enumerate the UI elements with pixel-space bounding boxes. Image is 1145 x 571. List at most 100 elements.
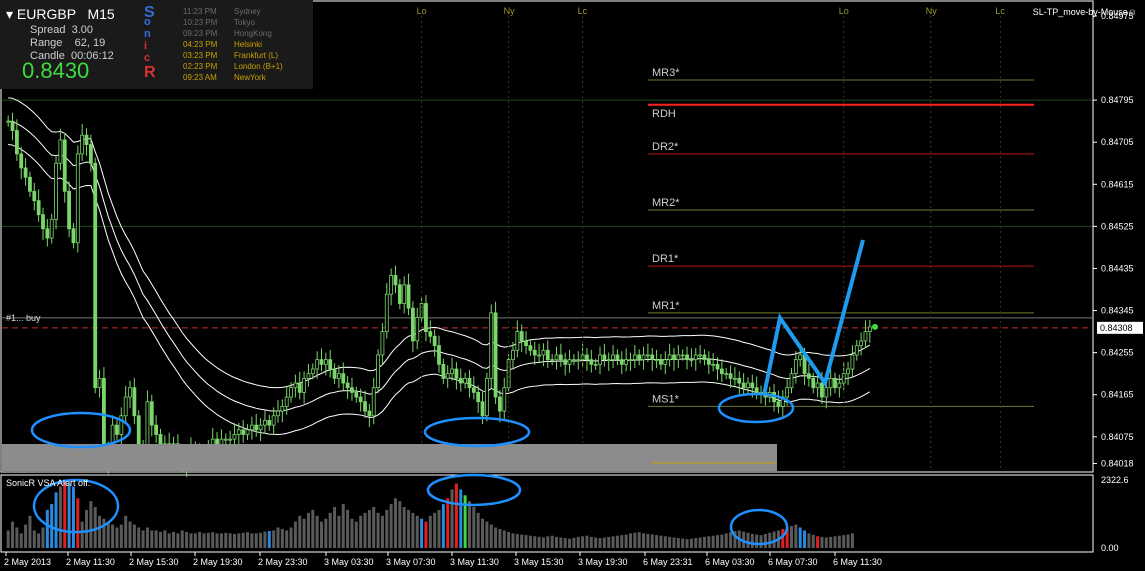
- candle-body: [263, 420, 267, 426]
- candle-body: [132, 387, 137, 417]
- chevron-down-icon[interactable]: ▾: [6, 6, 13, 22]
- volume-bar: [676, 538, 680, 548]
- volume-bar: [646, 533, 650, 548]
- volume-bar: [581, 536, 585, 548]
- candle-body: [511, 349, 515, 361]
- candle-body: [88, 144, 93, 164]
- candle-body: [84, 134, 89, 145]
- volume-bar: [655, 535, 659, 548]
- candle-body: [384, 293, 389, 332]
- volume-bar: [585, 535, 589, 548]
- volume-bar: [167, 533, 171, 548]
- candle-body: [293, 382, 298, 389]
- volume-bar: [546, 536, 550, 548]
- session-time: 10:23 PM: [183, 18, 218, 27]
- volume-bar: [789, 526, 793, 548]
- volume-bar: [11, 521, 15, 548]
- volume-bar: [415, 515, 419, 548]
- candle-body: [280, 406, 285, 412]
- candle-body: [345, 382, 350, 389]
- time-axis: 2 May 2013 2 May 11:30 2 May 15:30 2 May 19…: [4, 552, 882, 567]
- volume-bar: [111, 524, 115, 548]
- ea-label[interactable]: SL-TP_move-by-Mouse☺: [1033, 7, 1137, 17]
- session-name: Tokyo: [234, 18, 255, 27]
- session-name: Sydney: [234, 7, 261, 16]
- volume-bar: [219, 533, 223, 548]
- candle-body: [432, 335, 437, 347]
- session-name: HongKong: [234, 29, 272, 38]
- volume-bar: [459, 489, 463, 548]
- candle-body: [554, 354, 559, 361]
- volume-bar: [372, 507, 376, 548]
- candle-body: [354, 391, 359, 398]
- volume-bar: [467, 501, 471, 548]
- volume-bar: [132, 524, 136, 548]
- ma-band-line: [8, 144, 871, 435]
- candle-body: [102, 377, 106, 449]
- price-tick-label: 0.84345: [1101, 306, 1134, 316]
- time-tick-label: 3 May 03:30: [324, 557, 374, 567]
- volume-bar: [607, 536, 611, 548]
- candle-body: [6, 120, 11, 123]
- price-tick-label: 0.84615: [1101, 179, 1134, 189]
- volume-bar: [263, 531, 267, 548]
- candle-body: [654, 359, 659, 362]
- volume-bar: [650, 534, 654, 548]
- volume-bar: [768, 532, 772, 548]
- volume-bar: [615, 535, 619, 548]
- candle-body: [389, 275, 394, 295]
- volume-bar: [681, 538, 685, 548]
- candle-body: [563, 359, 568, 365]
- candle-body: [245, 429, 250, 435]
- candle-body: [641, 354, 646, 361]
- candle-body: [498, 396, 502, 412]
- volume-bar: [180, 530, 184, 548]
- volume-bar: [228, 533, 232, 548]
- time-tick-label: 2 May 19:30: [193, 557, 243, 567]
- candle-body: [815, 382, 820, 389]
- candle-body: [806, 373, 811, 379]
- volume-bar: [507, 531, 511, 548]
- volume-bar: [172, 531, 176, 548]
- session-time: 11:23 PM: [183, 7, 217, 16]
- candle-body: [502, 387, 507, 412]
- candle-body: [637, 354, 642, 361]
- volume-bar: [420, 518, 424, 548]
- candle-body: [393, 275, 398, 286]
- candle-body: [541, 349, 546, 356]
- candle-body: [754, 387, 759, 393]
- candle-body: [406, 284, 411, 309]
- volume-bar: [746, 532, 750, 548]
- volume-bar: [41, 527, 45, 548]
- volume-bar: [337, 515, 341, 548]
- candle-body: [519, 331, 524, 342]
- candle-body: [380, 331, 385, 356]
- volume-bar: [441, 504, 445, 548]
- candle-body: [859, 340, 864, 347]
- volume-bar: [820, 536, 824, 548]
- order-label: #1... buy: [6, 313, 41, 323]
- volume-bar: [63, 480, 67, 548]
- volume-bar: [250, 533, 254, 548]
- volume-bar: [559, 537, 563, 548]
- volume-bar: [328, 512, 332, 548]
- highlight-ellipse: [426, 473, 522, 507]
- volume-tick-label: 0.00: [1101, 543, 1119, 553]
- candle-body: [315, 359, 320, 370]
- volume-bar: [350, 518, 354, 548]
- symbol-label[interactable]: ▾ EURGBP M15: [6, 6, 115, 23]
- volume-bar: [554, 536, 558, 548]
- symbol-name: EURGBP: [16, 6, 76, 22]
- volume-bar: [711, 535, 715, 548]
- volume-bar: [333, 507, 337, 548]
- volume-bar: [67, 483, 71, 548]
- candle-body: [828, 377, 833, 389]
- volume-bar: [698, 537, 702, 548]
- volume-bar: [76, 498, 80, 548]
- volume-bar: [811, 534, 815, 548]
- candle-body: [410, 307, 415, 342]
- session-label: Lo: [417, 6, 427, 16]
- volume-bar: [846, 534, 850, 548]
- volume-bar: [106, 521, 110, 548]
- candle-body: [489, 312, 494, 379]
